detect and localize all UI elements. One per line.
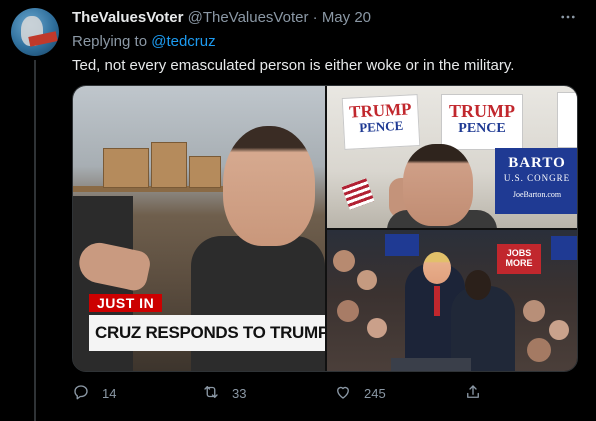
retweet-count: 33 (232, 385, 247, 401)
campaign-sign-edge (557, 92, 577, 148)
crowd-face (357, 270, 377, 290)
user-handle[interactable]: @TheValuesVoter (188, 9, 309, 26)
share-button[interactable] (464, 383, 482, 403)
replying-to: Replying to @tedcruz (72, 33, 216, 51)
person-head (403, 144, 473, 226)
cardboard-box (189, 156, 221, 188)
retweet-icon (202, 383, 220, 404)
cardboard-box (151, 142, 187, 188)
podium (391, 358, 471, 371)
crowd-face (337, 300, 359, 322)
cardboard-box (103, 148, 149, 188)
guest-head (465, 270, 491, 300)
crowd-face (523, 300, 545, 322)
rally-sign-jobs: JOBS MORE (497, 244, 541, 274)
rally-sign (385, 234, 419, 256)
rally-sign (551, 236, 577, 260)
barton-sign: BARTO U.S. CONGRE JoeBarton.com (495, 148, 577, 214)
mention-link[interactable]: @tedcruz (151, 33, 215, 50)
crowd-face (549, 320, 569, 340)
more-horizontal-icon[interactable] (558, 8, 578, 28)
photo-cruz-signs[interactable]: TRUMP PENCE TRUMP PENCE BARTO U.S. CONGR… (327, 86, 577, 228)
chyron-headline: CRUZ RESPONDS TO TRUMP (89, 315, 325, 351)
avatar[interactable] (11, 8, 59, 56)
campaign-sign: TRUMP PENCE (341, 94, 421, 150)
chyron-just-in: JUST IN (89, 294, 163, 312)
separator-dot: · (312, 9, 318, 26)
replying-prefix: Replying to (72, 33, 152, 50)
crowd-face (527, 338, 551, 362)
tweet-actions: 14 33 245 (72, 383, 578, 403)
tweet-header: TheValuesVoter @TheValuesVoter · May 20 (72, 9, 371, 27)
photo-cruz-cnn[interactable]: JUST IN CRUZ RESPONDS TO TRUMP (73, 86, 325, 371)
like-button[interactable]: 245 (334, 383, 386, 403)
like-count: 245 (364, 385, 386, 401)
person-head (223, 126, 315, 246)
crowd-face (367, 318, 387, 338)
heart-icon (334, 383, 352, 404)
red-tie (434, 286, 440, 316)
display-name[interactable]: TheValuesVoter (72, 9, 183, 26)
tweet[interactable]: TheValuesVoter @TheValuesVoter · May 20 … (0, 0, 596, 421)
thread-line (34, 60, 36, 421)
reply-count: 14 (102, 385, 117, 401)
campaign-sign: TRUMP PENCE (441, 94, 523, 150)
reply-button[interactable]: 14 (72, 383, 116, 403)
person-body (191, 236, 325, 371)
speaker-head (423, 252, 451, 284)
tweet-date[interactable]: May 20 (322, 9, 371, 26)
retweet-button[interactable]: 33 (202, 383, 246, 403)
crowd-face (333, 250, 355, 272)
reply-icon (72, 383, 90, 404)
tweet-text: Ted, not every emasculated person is eit… (72, 57, 515, 74)
share-icon (464, 383, 482, 404)
media-grid: JUST IN CRUZ RESPONDS TO TRUMP TRUMP PEN… (72, 85, 578, 372)
us-flag (341, 178, 375, 210)
photo-rally[interactable]: JOBS MORE (327, 230, 577, 371)
